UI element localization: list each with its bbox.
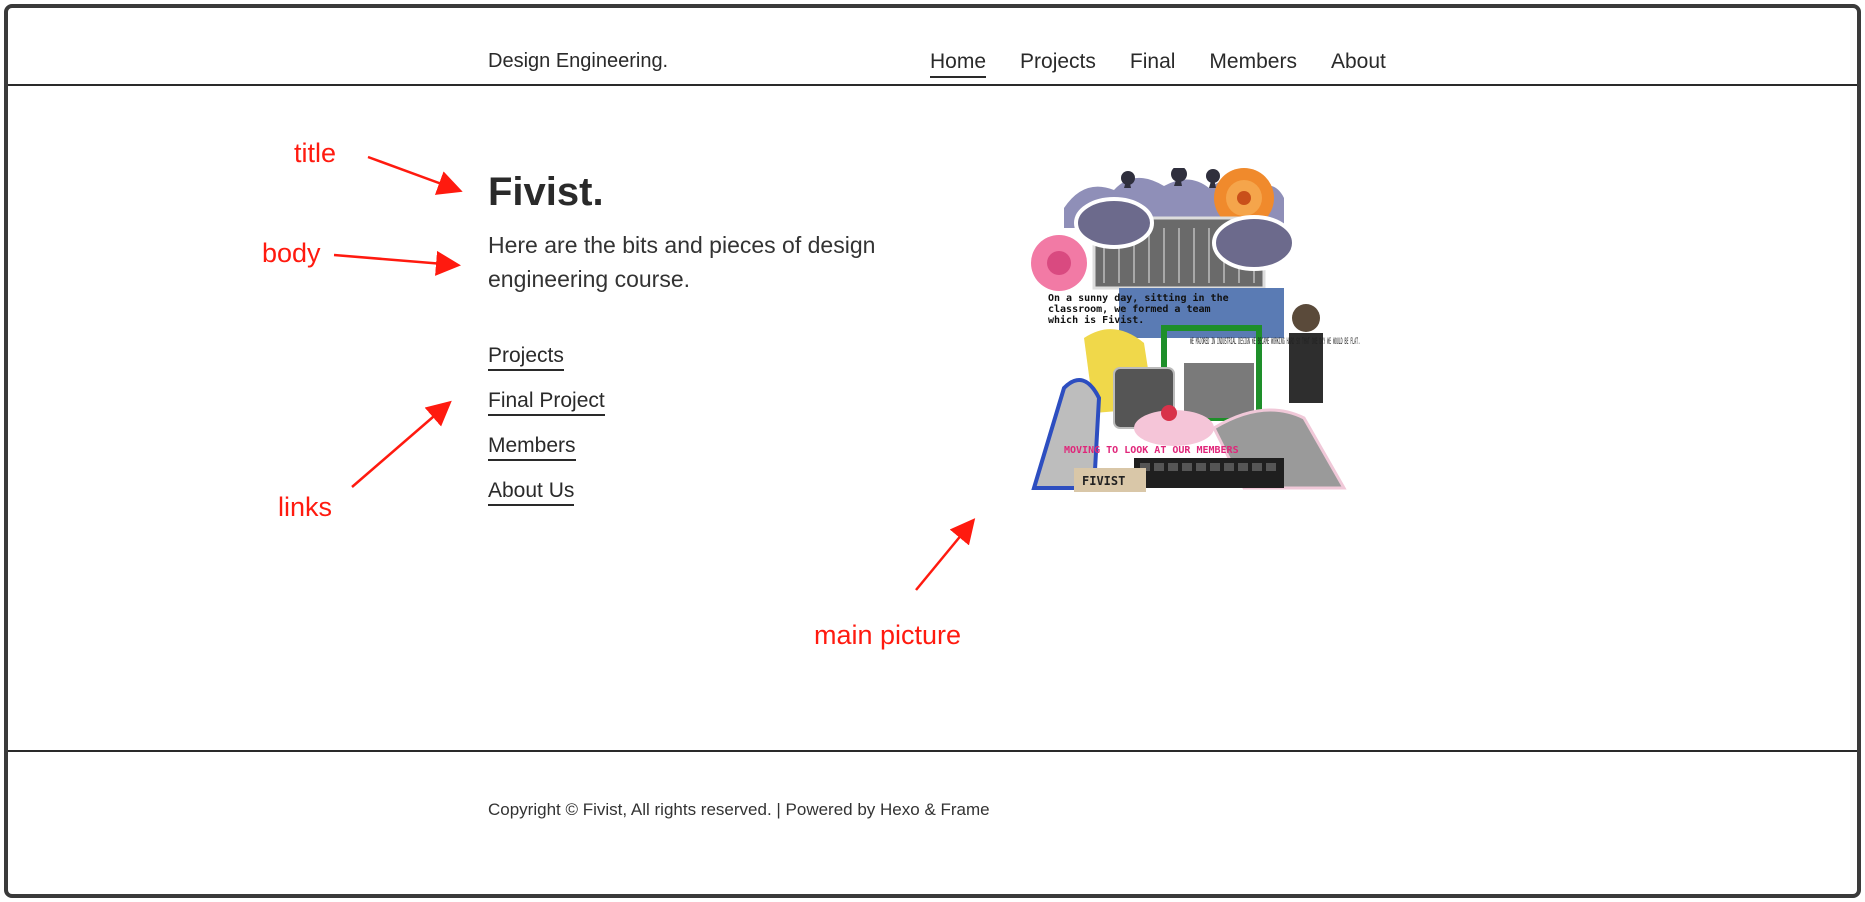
collage-side-text: WE MAJORED IN INDUSTRIAL DESIGN WE BECAM…	[1190, 337, 1360, 347]
main-picture: On a sunny day, sitting in the classroom…	[1031, 168, 1360, 492]
collage-caption-2: classroom, we formed a team	[1048, 304, 1211, 315]
intro-body: Here are the bits and pieces of design e…	[488, 232, 876, 292]
person-figure	[1289, 304, 1323, 403]
site-brand[interactable]: Design Engineering.	[488, 50, 668, 73]
footer-copyright: Copyright © Fivist, All rights reserved.…	[488, 800, 990, 819]
collage-tag: FIVIST	[1082, 474, 1125, 488]
footer-divider	[8, 750, 1857, 752]
link-final-project[interactable]: Final Project	[488, 389, 605, 416]
main-nav: Home Projects Final Members About	[930, 50, 1386, 78]
annotation-title: title	[294, 138, 337, 168]
collage-bottom-text: MOVING TO LOOK AT OUR MEMBERS	[1064, 445, 1239, 456]
hero-links: Projects Final Project Members About Us	[488, 344, 605, 506]
nav-members[interactable]: Members	[1209, 50, 1297, 78]
link-projects[interactable]: Projects	[488, 344, 564, 371]
nav-projects[interactable]: Projects	[1020, 50, 1096, 78]
link-members[interactable]: Members	[488, 434, 576, 461]
collage-caption-3: which is Fivist.	[1048, 314, 1144, 326]
browser-frame: Design Engineering. Home Projects Final …	[4, 4, 1861, 898]
nav-home[interactable]: Home	[930, 50, 987, 78]
annotation-body: body	[262, 238, 321, 268]
annotation-links: links	[278, 492, 333, 522]
site-header: Design Engineering. Home Projects Final …	[8, 8, 1857, 86]
collage-caption-1: On a sunny day, sitting in the	[1048, 292, 1229, 304]
nav-about[interactable]: About	[1331, 50, 1386, 78]
link-about-us[interactable]: About Us	[488, 479, 575, 506]
page-title: Fivist.	[488, 170, 604, 214]
nav-final[interactable]: Final	[1130, 50, 1176, 78]
annotation-main-picture: main picture	[814, 620, 962, 650]
